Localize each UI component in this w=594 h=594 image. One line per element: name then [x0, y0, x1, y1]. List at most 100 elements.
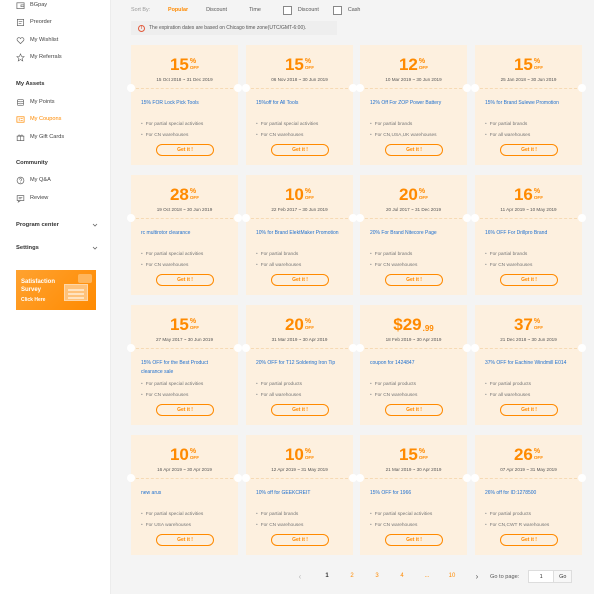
- coupon-unit: %: [304, 318, 312, 325]
- checkbox-box[interactable]: [282, 5, 292, 15]
- sidebar-item-coupons[interactable]: My Coupons: [16, 113, 61, 125]
- sidebar-item-preorder[interactable]: Preorder: [16, 16, 52, 28]
- sidebar-item-referrals[interactable]: My Referrals: [16, 51, 62, 63]
- get-coupon-button[interactable]: Get it !: [385, 534, 443, 546]
- get-coupon-button[interactable]: Get it !: [500, 274, 558, 286]
- sort-option-popular[interactable]: Popular: [168, 7, 188, 13]
- page-10-button[interactable]: 10: [444, 569, 460, 583]
- coupon-header: 10% OFF 12 Apr 2019 ~ 31 May 2019: [246, 435, 353, 478]
- coupon-card: 10%OFF 16 Apr 2019 ~ 30 Apr 2019 new arus F…: [127, 435, 242, 555]
- coupon-warehouse-item: For all warehouses: [256, 393, 302, 398]
- coupon-unit: %: [533, 318, 541, 325]
- survey-title-line1: Satisfaction: [21, 279, 56, 285]
- satisfaction-survey-banner[interactable]: Satisfaction Survey Click Here: [16, 270, 96, 310]
- sidebar-item-points[interactable]: My Points: [16, 96, 55, 108]
- get-coupon-button[interactable]: Get it !: [271, 144, 329, 156]
- coupon-divider: [475, 478, 582, 479]
- filter-discount-checkbox[interactable]: Discount: [282, 5, 319, 15]
- coupon-unit-group: % OFF: [305, 318, 314, 331]
- coupon-title-link[interactable]: 37% OFF for Eachine Windmill E014: [485, 359, 575, 368]
- coupon-warehouse-item: For CN warehouses: [141, 133, 189, 138]
- page-2-button[interactable]: 2: [344, 569, 360, 583]
- coupon-unit-group: % OFF: [190, 448, 199, 461]
- coupon-amount: 20% OFF: [246, 316, 353, 333]
- get-coupon-button[interactable]: Get it !: [156, 534, 214, 546]
- get-coupon-button[interactable]: Get it !: [156, 144, 214, 156]
- coupon-title-link[interactable]: 10% for Brand ElektMaker Promotion: [256, 229, 346, 238]
- coupon-divider: [131, 478, 238, 479]
- survey-title: Satisfaction Survey: [21, 278, 55, 294]
- coupon-notch: [127, 84, 135, 92]
- coupon-title-link[interactable]: coupon for 1424847: [370, 359, 460, 368]
- next-page-button[interactable]: ›: [469, 569, 485, 583]
- coupon-title-link[interactable]: 20% OFF for T12 Soldering Iron Tip: [256, 359, 346, 368]
- coupon-scope-item: For partial special activities: [141, 122, 204, 127]
- coupon-notch: [234, 84, 242, 92]
- coupon-off: OFF: [189, 195, 200, 200]
- coupon-title-link[interactable]: 15% FOR Lock Pick Tools: [141, 99, 231, 108]
- coupon-unit-group: % OFF: [190, 58, 199, 71]
- get-coupon-button[interactable]: Get it !: [500, 404, 558, 416]
- get-coupon-button[interactable]: Get it !: [385, 274, 443, 286]
- coupon-scope-item: For partial brands: [256, 512, 299, 517]
- coupon-notch: [234, 214, 242, 222]
- coupon-value: 15: [169, 315, 189, 334]
- coupon-title-link[interactable]: rc multirotor clearance: [141, 229, 231, 238]
- coupon-title-link[interactable]: new arus: [141, 489, 231, 498]
- coupon-title-link[interactable]: 20% For Brand Nitecore Page: [370, 229, 460, 238]
- sidebar-item-bgpay[interactable]: BGpay: [16, 0, 47, 11]
- coupon-title-link[interactable]: 12% Off For ZOP Power Battery: [370, 99, 460, 108]
- coupon-value: $29: [393, 315, 422, 334]
- sort-option-discount[interactable]: Discount: [206, 7, 227, 13]
- coupon-card: 10% OFF 12 Apr 2019 ~ 31 May 2019 10% off f…: [242, 435, 357, 555]
- coupon-notch: [463, 84, 471, 92]
- get-coupon-button[interactable]: Get it !: [385, 144, 443, 156]
- get-coupon-button[interactable]: Get it !: [271, 274, 329, 286]
- get-coupon-button[interactable]: Get it !: [271, 404, 329, 416]
- page-4-button[interactable]: 4: [394, 569, 410, 583]
- get-coupon-button[interactable]: Get it !: [271, 534, 329, 546]
- get-coupon-button[interactable]: Get it !: [500, 144, 558, 156]
- get-coupon-button[interactable]: Get it !: [156, 404, 214, 416]
- coupon-scope-item: For partial brands: [256, 252, 299, 257]
- survey-click-here-link[interactable]: Click Here: [21, 297, 45, 303]
- coupon-title-link[interactable]: 15%off for All Tools: [256, 99, 346, 108]
- goto-page-input[interactable]: [528, 570, 555, 583]
- coupon-off: OFF: [189, 65, 200, 70]
- coupon-header: $29.99 18 Feb 2019 ~ 30 Apr 2019: [360, 305, 467, 348]
- coupon-card: 15% OFF 21 Mar 2019 ~ 30 Apr 2019 15% OFF f…: [356, 435, 471, 555]
- coupon-dates: 10 Mar 2019 ~ 30 Jun 2019: [385, 77, 442, 82]
- page-3-button[interactable]: 3: [369, 569, 385, 583]
- heart-icon: [16, 36, 25, 45]
- coupon-notch: [242, 214, 250, 222]
- settings-toggle[interactable]: Settings: [16, 245, 98, 251]
- coupon-amount: 26% OFF: [475, 446, 582, 463]
- program-center-toggle[interactable]: Program center: [16, 222, 98, 228]
- sidebar-item-wishlist[interactable]: My Wishlist: [16, 34, 58, 46]
- page-1-button[interactable]: 1: [319, 569, 335, 583]
- coupon-notch: [463, 344, 471, 352]
- wallet-icon: [16, 1, 25, 10]
- coupon-value: 26: [513, 445, 533, 464]
- coupon-divider: [475, 88, 582, 89]
- sidebar-item-label: BGpay: [30, 2, 48, 8]
- prev-page-button[interactable]: ‹: [292, 569, 308, 583]
- sidebar-item-gift-cards[interactable]: My Gift Cards: [16, 131, 64, 143]
- coupon-title-link[interactable]: 15% OFF for 1966: [370, 489, 460, 498]
- goto-button[interactable]: Go: [554, 570, 573, 583]
- get-coupon-button[interactable]: Get it !: [500, 534, 558, 546]
- coupon-title-link[interactable]: 15% OFF for the Best Product clearance s…: [141, 359, 231, 377]
- sidebar-item-review[interactable]: Review: [16, 192, 48, 204]
- coupon-title-link[interactable]: 10% off for GEEKCREIT: [256, 489, 346, 498]
- sort-option-time[interactable]: Time: [249, 7, 261, 13]
- filter-cash-checkbox[interactable]: Cash: [332, 5, 360, 15]
- star-icon: [16, 52, 25, 62]
- coupon-header: 15% OFF 25 Jan 2018 ~ 30 Jun 2019: [475, 45, 582, 88]
- coupon-title-link[interactable]: 15% for Brand Sulewe Promotion: [485, 99, 575, 108]
- coupon-title-link[interactable]: 16% OFF For Drillpro Brand: [485, 229, 575, 238]
- get-coupon-button[interactable]: Get it !: [156, 274, 214, 286]
- sidebar-item-qa[interactable]: My Q&A: [16, 174, 51, 186]
- coupon-title-link[interactable]: 26% off for ID:1278500: [485, 489, 575, 498]
- checkbox-box[interactable]: [332, 5, 342, 15]
- get-coupon-button[interactable]: Get it !: [385, 404, 443, 416]
